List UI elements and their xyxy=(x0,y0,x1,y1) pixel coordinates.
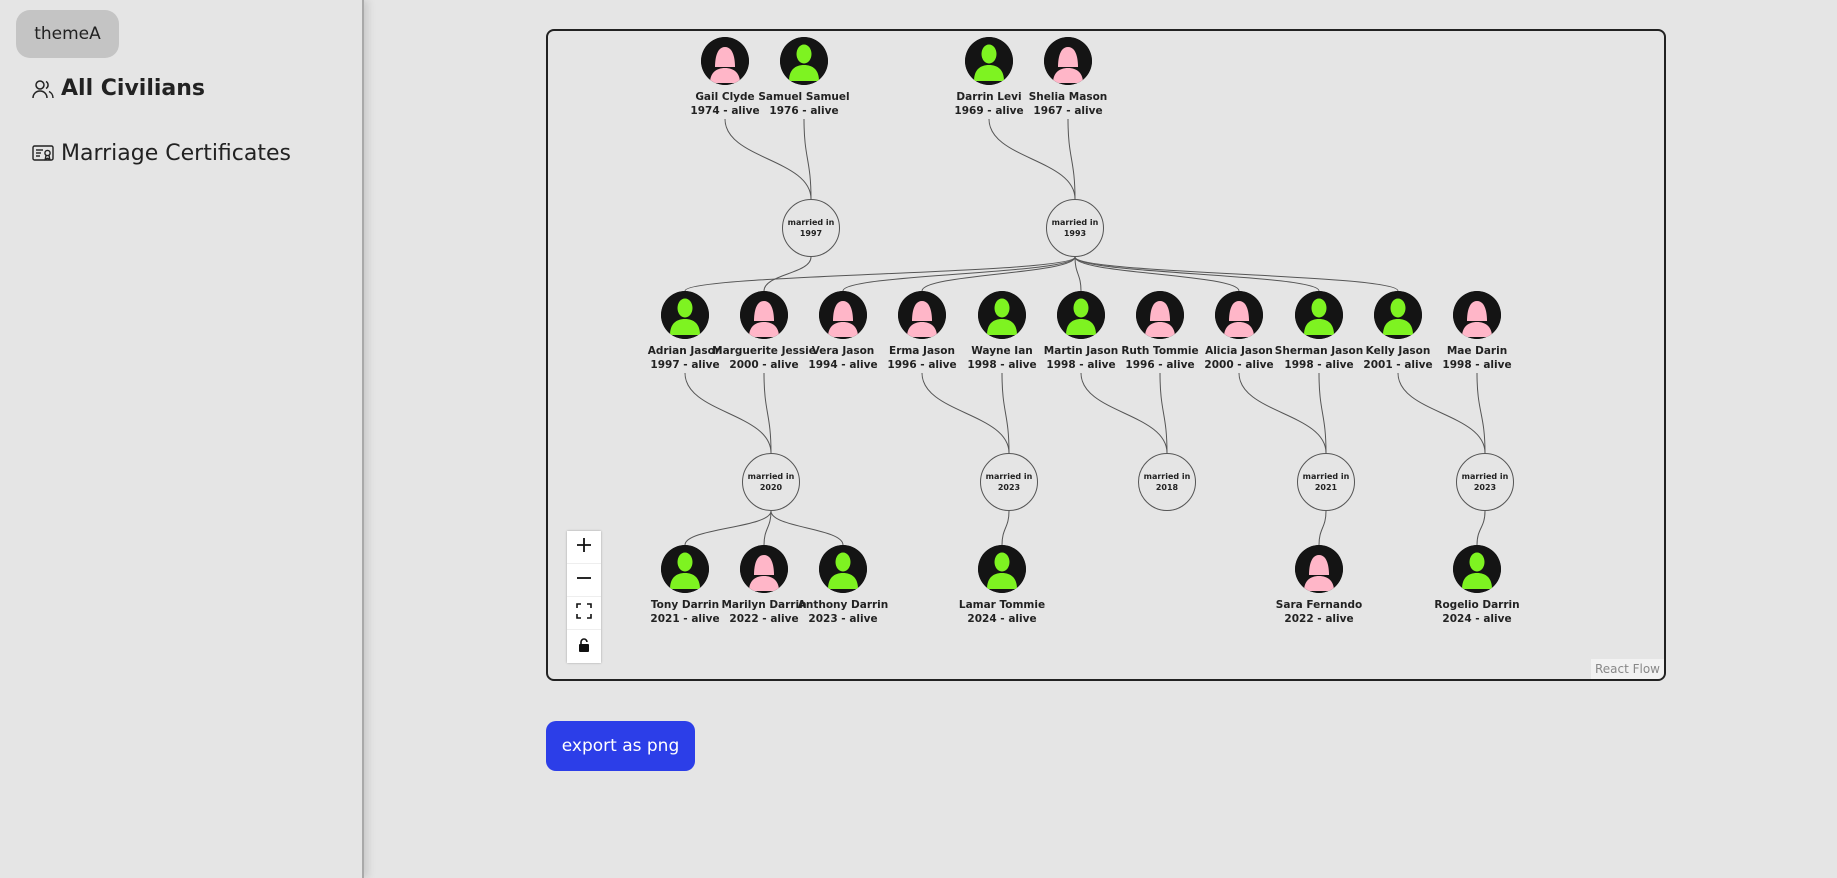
child-edge xyxy=(1074,256,1240,292)
person-years: 1998 - alive xyxy=(1442,359,1512,371)
marriage-label: married in xyxy=(747,472,795,481)
person-name: Sara Fernando xyxy=(1275,599,1363,611)
child-edge xyxy=(1074,256,1320,292)
marriage-label: married in xyxy=(1051,218,1099,227)
male-avatar-icon xyxy=(965,37,1013,85)
marriage-node-m1[interactable]: married in 1997 xyxy=(782,199,840,257)
lock-icon xyxy=(576,637,592,657)
marriage-label: married in xyxy=(985,472,1033,481)
marriage-node-m6[interactable]: married in 2021 xyxy=(1297,453,1355,511)
partner-edge xyxy=(1476,372,1486,454)
female-avatar-icon xyxy=(740,545,788,593)
child-edge xyxy=(684,510,772,546)
marriage-year: 2023 xyxy=(1473,483,1497,492)
person-years: 2024 - alive xyxy=(1442,613,1512,625)
male-avatar-icon xyxy=(1295,291,1343,339)
male-avatar-icon xyxy=(1057,291,1105,339)
male-avatar-icon xyxy=(780,37,828,85)
lock-toggle-button[interactable] xyxy=(567,630,601,663)
certificate-icon xyxy=(31,142,55,166)
person-years: 2022 - alive xyxy=(1284,613,1354,625)
partner-edge xyxy=(1080,372,1168,454)
marriage-year: 2018 xyxy=(1155,483,1179,492)
male-avatar-icon xyxy=(978,291,1026,339)
child-edge xyxy=(1074,256,1399,292)
marriage-year: 2021 xyxy=(1314,483,1338,492)
nav-marriage-certificates[interactable]: Marriage Certificates xyxy=(31,141,291,166)
marriage-node-m2[interactable]: married in 1993 xyxy=(1046,199,1104,257)
child-edge xyxy=(684,256,1076,292)
female-avatar-icon xyxy=(898,291,946,339)
person-years: 1976 - alive xyxy=(769,105,839,117)
male-avatar-icon xyxy=(1374,291,1422,339)
female-avatar-icon xyxy=(701,37,749,85)
marriage-node-m3[interactable]: married in 2020 xyxy=(742,453,800,511)
child-edge xyxy=(1001,510,1010,546)
marriage-node-m4[interactable]: married in 2023 xyxy=(980,453,1038,511)
person-years: 2024 - alive xyxy=(967,613,1037,625)
partner-edge xyxy=(1238,372,1327,454)
sidebar: themeA All Civilians Marriage Certificat… xyxy=(0,0,364,878)
export-png-button[interactable]: export as png xyxy=(546,721,695,771)
male-avatar-icon xyxy=(661,291,709,339)
nav-marriage-certificates-label: Marriage Certificates xyxy=(61,141,291,166)
person-name: Shelia Mason xyxy=(1028,91,1108,103)
child-edge xyxy=(921,256,1076,292)
marriage-label: married in xyxy=(1302,472,1350,481)
fit-view-button[interactable] xyxy=(567,597,601,630)
zoom-out-button[interactable] xyxy=(567,564,601,597)
users-icon xyxy=(31,77,55,101)
plus-icon xyxy=(576,537,592,557)
family-tree-canvas[interactable]: Gail Clyde 1974 - alive Samuel Samuel 1976 … xyxy=(546,29,1666,681)
person-name: Samuel Samuel xyxy=(758,91,850,103)
marriage-year: 2020 xyxy=(759,483,783,492)
partner-edge xyxy=(921,372,1010,454)
zoom-in-button[interactable] xyxy=(567,531,601,564)
marriage-label: married in xyxy=(1461,472,1509,481)
male-avatar-icon xyxy=(661,545,709,593)
fit-view-icon xyxy=(576,603,592,623)
child-edge xyxy=(1318,510,1327,546)
child-edge xyxy=(770,510,844,546)
nav-all-civilians-label: All Civilians xyxy=(61,76,206,101)
person-years: 2023 - alive xyxy=(808,613,878,625)
child-edge xyxy=(1476,510,1486,546)
marriage-node-m7[interactable]: married in 2023 xyxy=(1456,453,1514,511)
female-avatar-icon xyxy=(819,291,867,339)
male-avatar-icon xyxy=(1453,545,1501,593)
minus-icon xyxy=(576,570,592,590)
female-avatar-icon xyxy=(740,291,788,339)
person-name: Mae Darin xyxy=(1446,345,1508,357)
female-avatar-icon xyxy=(1295,545,1343,593)
marriage-label: married in xyxy=(787,218,835,227)
partner-edge xyxy=(724,118,812,200)
nav-all-civilians[interactable]: All Civilians xyxy=(31,76,205,101)
flow-controls xyxy=(567,531,601,663)
marriage-year: 2023 xyxy=(997,483,1021,492)
marriage-year: 1993 xyxy=(1063,229,1087,238)
person-name: Rogelio Darrin xyxy=(1434,599,1520,611)
person-years: 1967 - alive xyxy=(1033,105,1103,117)
female-avatar-icon xyxy=(1044,37,1092,85)
marriage-label: married in xyxy=(1143,472,1191,481)
marriage-node-m5[interactable]: married in 2018 xyxy=(1138,453,1196,511)
marriage-year: 1997 xyxy=(799,229,823,238)
react-flow-attribution[interactable]: React Flow xyxy=(1590,659,1664,679)
person-name: Anthony Darrin xyxy=(797,599,889,611)
child-edge xyxy=(763,256,812,292)
partner-edge xyxy=(988,118,1076,200)
male-avatar-icon xyxy=(819,545,867,593)
female-avatar-icon xyxy=(1136,291,1184,339)
male-avatar-icon xyxy=(978,545,1026,593)
partner-edge xyxy=(684,372,772,454)
female-avatar-icon xyxy=(1215,291,1263,339)
person-name: Lamar Tommie xyxy=(958,599,1046,611)
theme-toggle-button[interactable]: themeA xyxy=(16,10,119,58)
partner-edge xyxy=(1397,372,1486,454)
female-avatar-icon xyxy=(1453,291,1501,339)
